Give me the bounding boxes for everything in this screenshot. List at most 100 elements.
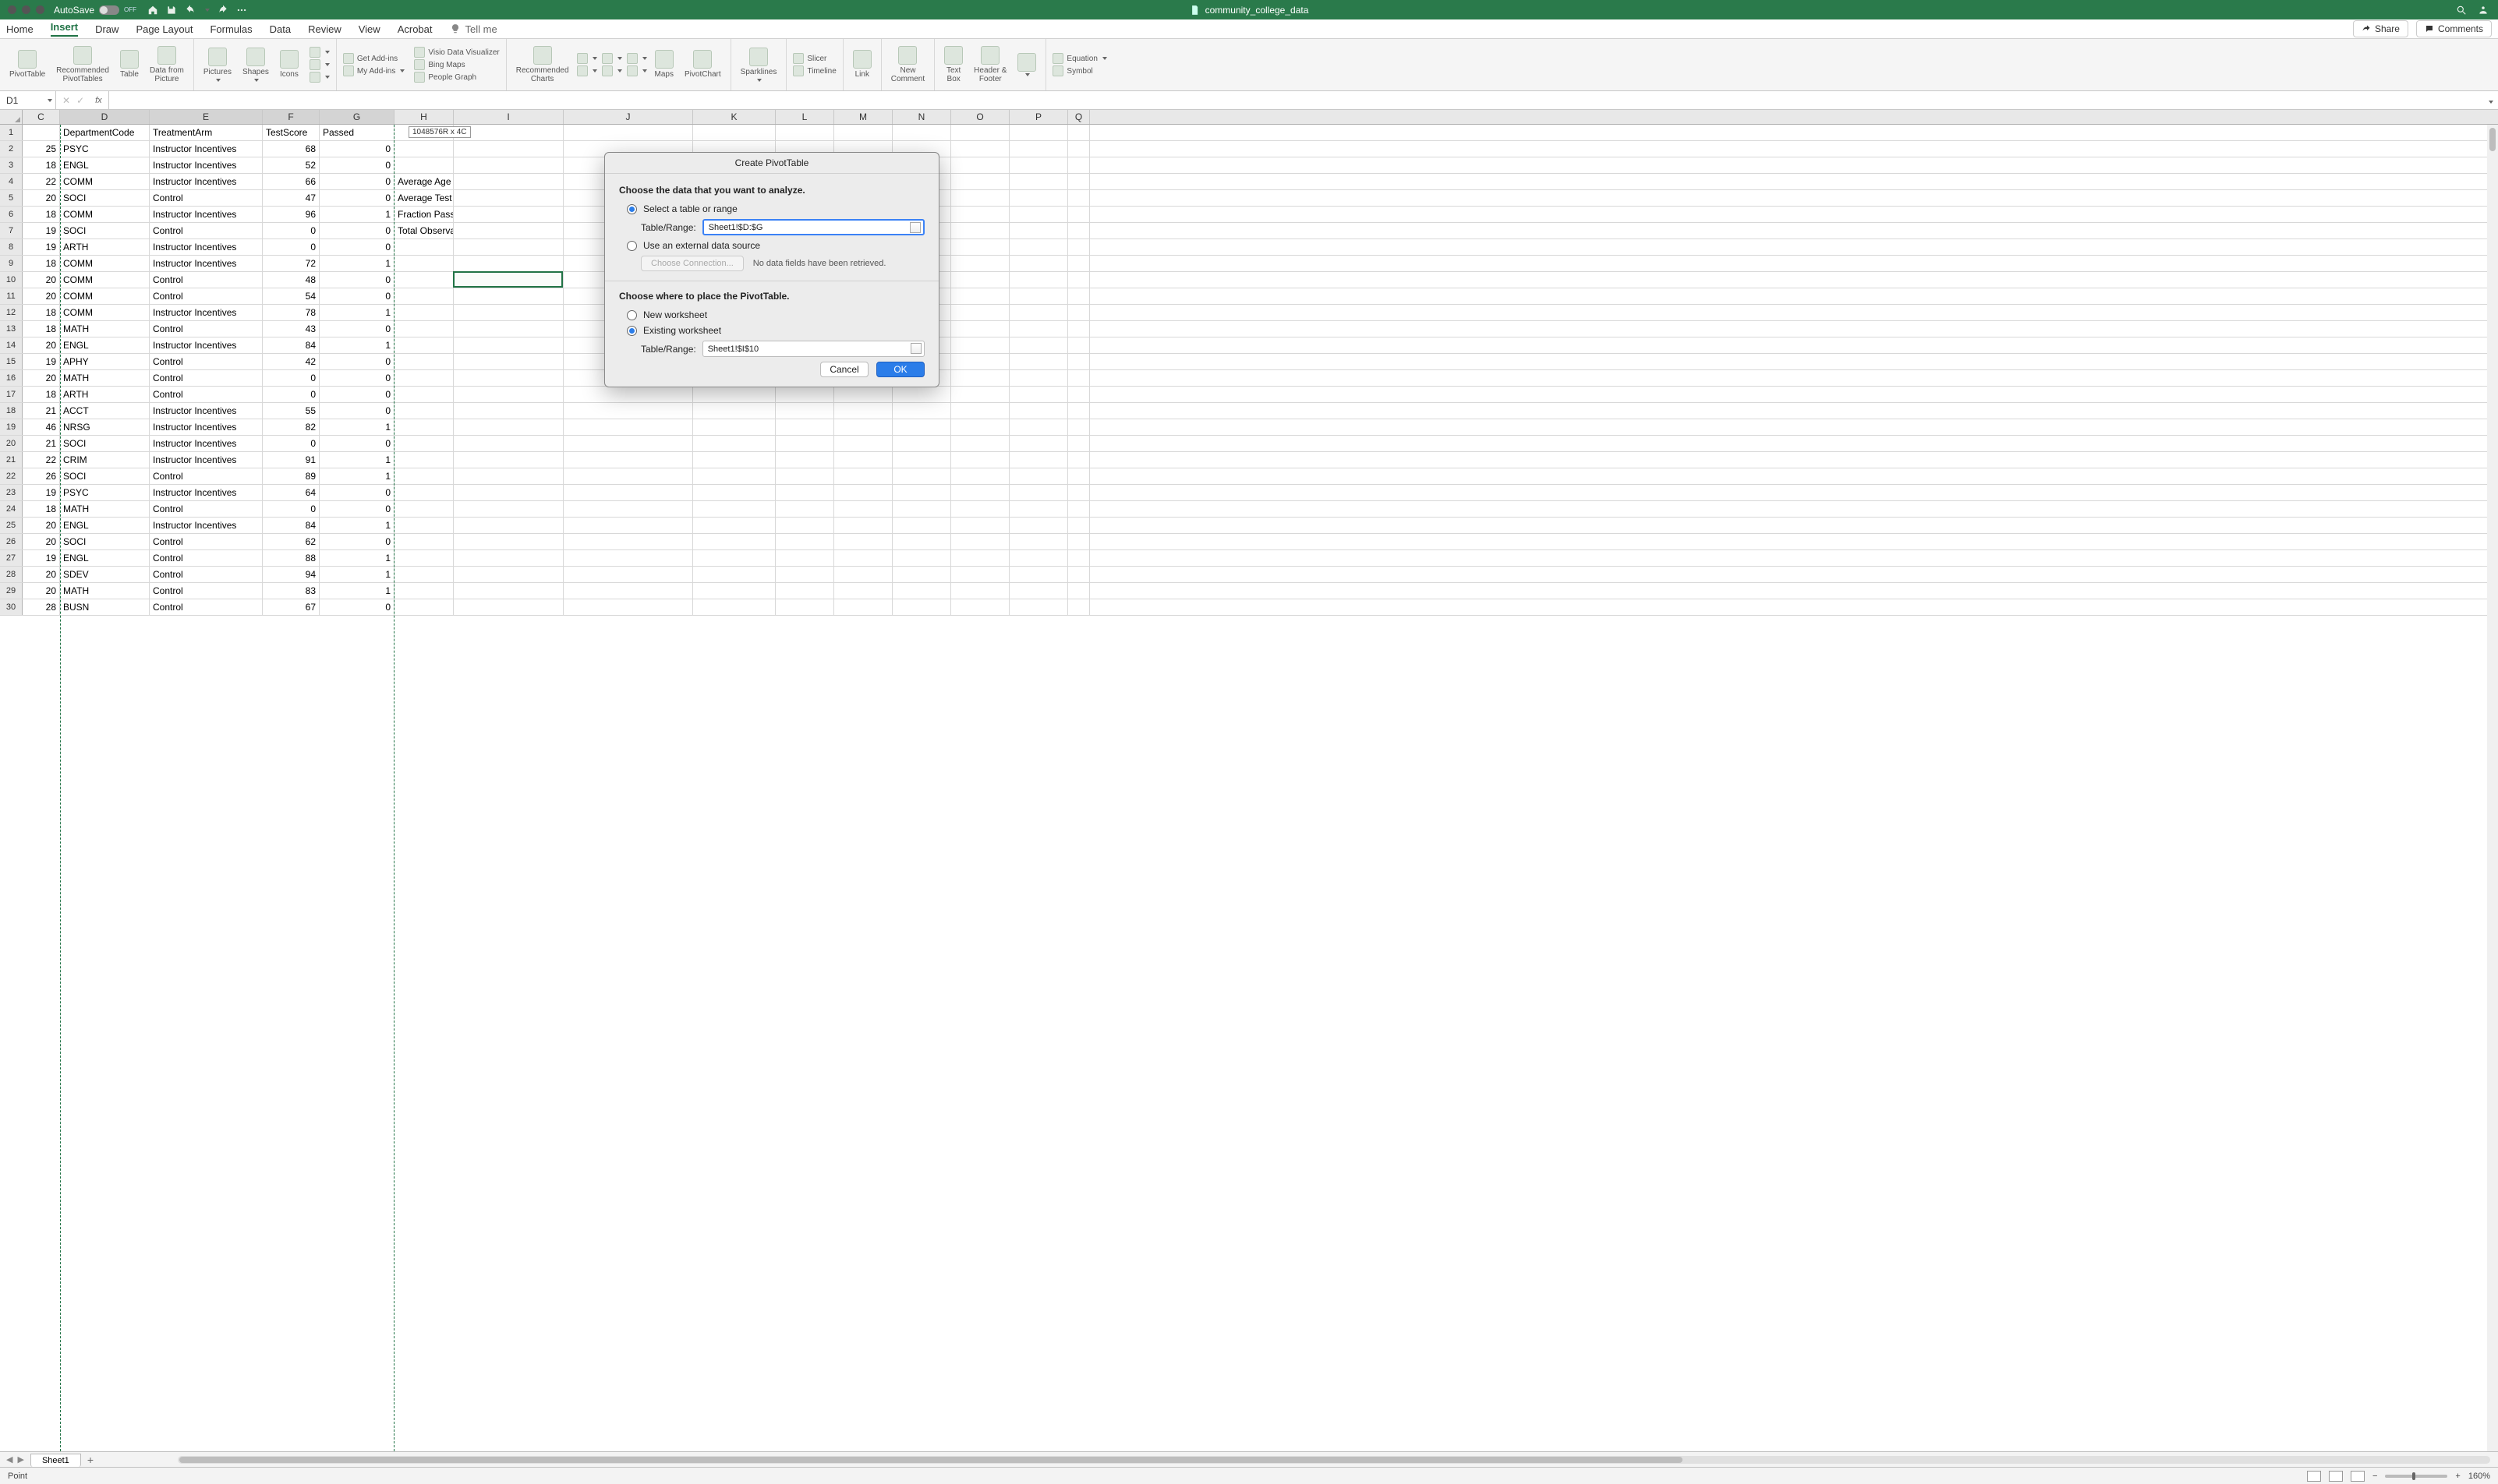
cell[interactable]: 48 bbox=[263, 272, 320, 288]
col-header[interactable]: F bbox=[263, 110, 320, 124]
cell[interactable] bbox=[951, 337, 1010, 353]
cell[interactable] bbox=[395, 518, 454, 533]
table-row[interactable]: 1718ARTHControl00 bbox=[0, 387, 2498, 403]
cell[interactable]: 0 bbox=[263, 387, 320, 402]
cell[interactable] bbox=[1010, 223, 1068, 238]
cell[interactable] bbox=[395, 485, 454, 500]
sparklines-button[interactable]: Sparklines bbox=[738, 46, 780, 83]
header-footer-button[interactable]: Header & Footer bbox=[971, 44, 1010, 86]
cell[interactable] bbox=[564, 452, 693, 468]
row-header[interactable]: 19 bbox=[0, 419, 23, 435]
cell[interactable] bbox=[1010, 550, 1068, 566]
table-row[interactable]: 1821ACCTInstructor Incentives550 bbox=[0, 403, 2498, 419]
cell[interactable]: Instructor Incentives bbox=[150, 256, 263, 271]
table-row[interactable]: 225PSYCInstructor Incentives680 bbox=[0, 141, 2498, 157]
cell[interactable] bbox=[1068, 272, 1090, 288]
cell[interactable] bbox=[564, 583, 693, 599]
cell[interactable] bbox=[1010, 321, 1068, 337]
cell[interactable] bbox=[834, 599, 893, 615]
row-header[interactable]: 11 bbox=[0, 288, 23, 304]
expand-formula-icon[interactable] bbox=[2489, 101, 2493, 104]
cell[interactable]: COMM bbox=[60, 207, 150, 222]
col-header[interactable]: D bbox=[60, 110, 150, 124]
cell[interactable]: 1 bbox=[320, 256, 395, 271]
minimize-icon[interactable] bbox=[22, 5, 30, 14]
cell[interactable] bbox=[951, 272, 1010, 288]
slicer-button[interactable]: Slicer bbox=[793, 53, 836, 64]
cell[interactable] bbox=[776, 452, 834, 468]
cell[interactable] bbox=[1010, 337, 1068, 353]
share-button[interactable]: Share bbox=[2353, 20, 2408, 37]
equation-button[interactable]: Equation bbox=[1053, 53, 1106, 64]
row-header[interactable]: 14 bbox=[0, 337, 23, 353]
cell[interactable] bbox=[1068, 141, 1090, 157]
table-row[interactable]: 318ENGLInstructor Incentives520 bbox=[0, 157, 2498, 174]
cell[interactable] bbox=[395, 583, 454, 599]
cell[interactable] bbox=[1010, 239, 1068, 255]
cell[interactable]: 83 bbox=[263, 583, 320, 599]
cell[interactable]: 18 bbox=[23, 207, 60, 222]
cell[interactable]: 0 bbox=[320, 436, 395, 451]
textbox-button[interactable]: Text Box bbox=[941, 44, 966, 86]
cell[interactable] bbox=[1068, 337, 1090, 353]
cell[interactable]: 84 bbox=[263, 518, 320, 533]
cell[interactable] bbox=[1010, 207, 1068, 222]
cell[interactable] bbox=[1010, 174, 1068, 189]
cell[interactable] bbox=[564, 599, 693, 615]
cell[interactable]: NRSG bbox=[60, 419, 150, 435]
cell[interactable]: 0 bbox=[320, 354, 395, 369]
cell[interactable] bbox=[693, 436, 776, 451]
row-header[interactable]: 15 bbox=[0, 354, 23, 369]
cell[interactable]: ENGL bbox=[60, 518, 150, 533]
table-row[interactable]: 819ARTHInstructor Incentives00 bbox=[0, 239, 2498, 256]
cell[interactable]: 20 bbox=[23, 190, 60, 206]
cell[interactable] bbox=[395, 321, 454, 337]
cell[interactable]: MATH bbox=[60, 321, 150, 337]
table-button[interactable]: Table bbox=[117, 48, 142, 81]
page-break-view-icon[interactable] bbox=[2351, 1471, 2365, 1482]
cell[interactable] bbox=[893, 550, 951, 566]
cell[interactable]: 20 bbox=[23, 567, 60, 582]
cell[interactable] bbox=[1068, 501, 1090, 517]
cell[interactable] bbox=[834, 419, 893, 435]
cell[interactable]: 20 bbox=[23, 337, 60, 353]
cell[interactable]: 47 bbox=[263, 190, 320, 206]
table-row[interactable]: 520SOCIControl470Average Test Score bbox=[0, 190, 2498, 207]
cell[interactable]: 26 bbox=[23, 468, 60, 484]
cell[interactable]: 1 bbox=[320, 305, 395, 320]
cell[interactable]: 89 bbox=[263, 468, 320, 484]
row-header[interactable]: 29 bbox=[0, 583, 23, 599]
cell[interactable]: SDEV bbox=[60, 567, 150, 582]
tab-home[interactable]: Home bbox=[6, 23, 34, 35]
cell[interactable]: 28 bbox=[23, 599, 60, 615]
cell[interactable]: 55 bbox=[263, 403, 320, 419]
comments-button[interactable]: Comments bbox=[2416, 20, 2492, 37]
cell[interactable] bbox=[834, 501, 893, 517]
table-row[interactable]: 2319PSYCInstructor Incentives640 bbox=[0, 485, 2498, 501]
undo-dropdown-icon[interactable] bbox=[205, 9, 210, 12]
cell[interactable]: Instructor Incentives bbox=[150, 174, 263, 189]
cell[interactable]: 96 bbox=[263, 207, 320, 222]
table-row[interactable]: 2520ENGLInstructor Incentives841 bbox=[0, 518, 2498, 534]
col-header[interactable]: N bbox=[893, 110, 951, 124]
cell[interactable] bbox=[1068, 436, 1090, 451]
cell[interactable]: 1 bbox=[320, 518, 395, 533]
cell[interactable] bbox=[395, 337, 454, 353]
row-header[interactable]: 21 bbox=[0, 452, 23, 468]
cell[interactable] bbox=[1068, 452, 1090, 468]
cell[interactable]: TestScore bbox=[263, 125, 320, 140]
cell[interactable]: 72 bbox=[263, 256, 320, 271]
cell[interactable] bbox=[1068, 583, 1090, 599]
cell[interactable] bbox=[564, 436, 693, 451]
pictures-button[interactable]: Pictures bbox=[200, 46, 235, 83]
cell[interactable]: Average Test Score bbox=[395, 190, 454, 206]
ok-button[interactable]: OK bbox=[876, 362, 925, 377]
radio-external-source[interactable] bbox=[627, 241, 637, 251]
col-header[interactable]: Q bbox=[1068, 110, 1090, 124]
cell[interactable] bbox=[454, 403, 564, 419]
cell[interactable]: Instructor Incentives bbox=[150, 403, 263, 419]
cell[interactable]: 20 bbox=[23, 272, 60, 288]
cell[interactable] bbox=[564, 567, 693, 582]
window-controls[interactable] bbox=[0, 5, 44, 14]
cell[interactable] bbox=[1068, 223, 1090, 238]
